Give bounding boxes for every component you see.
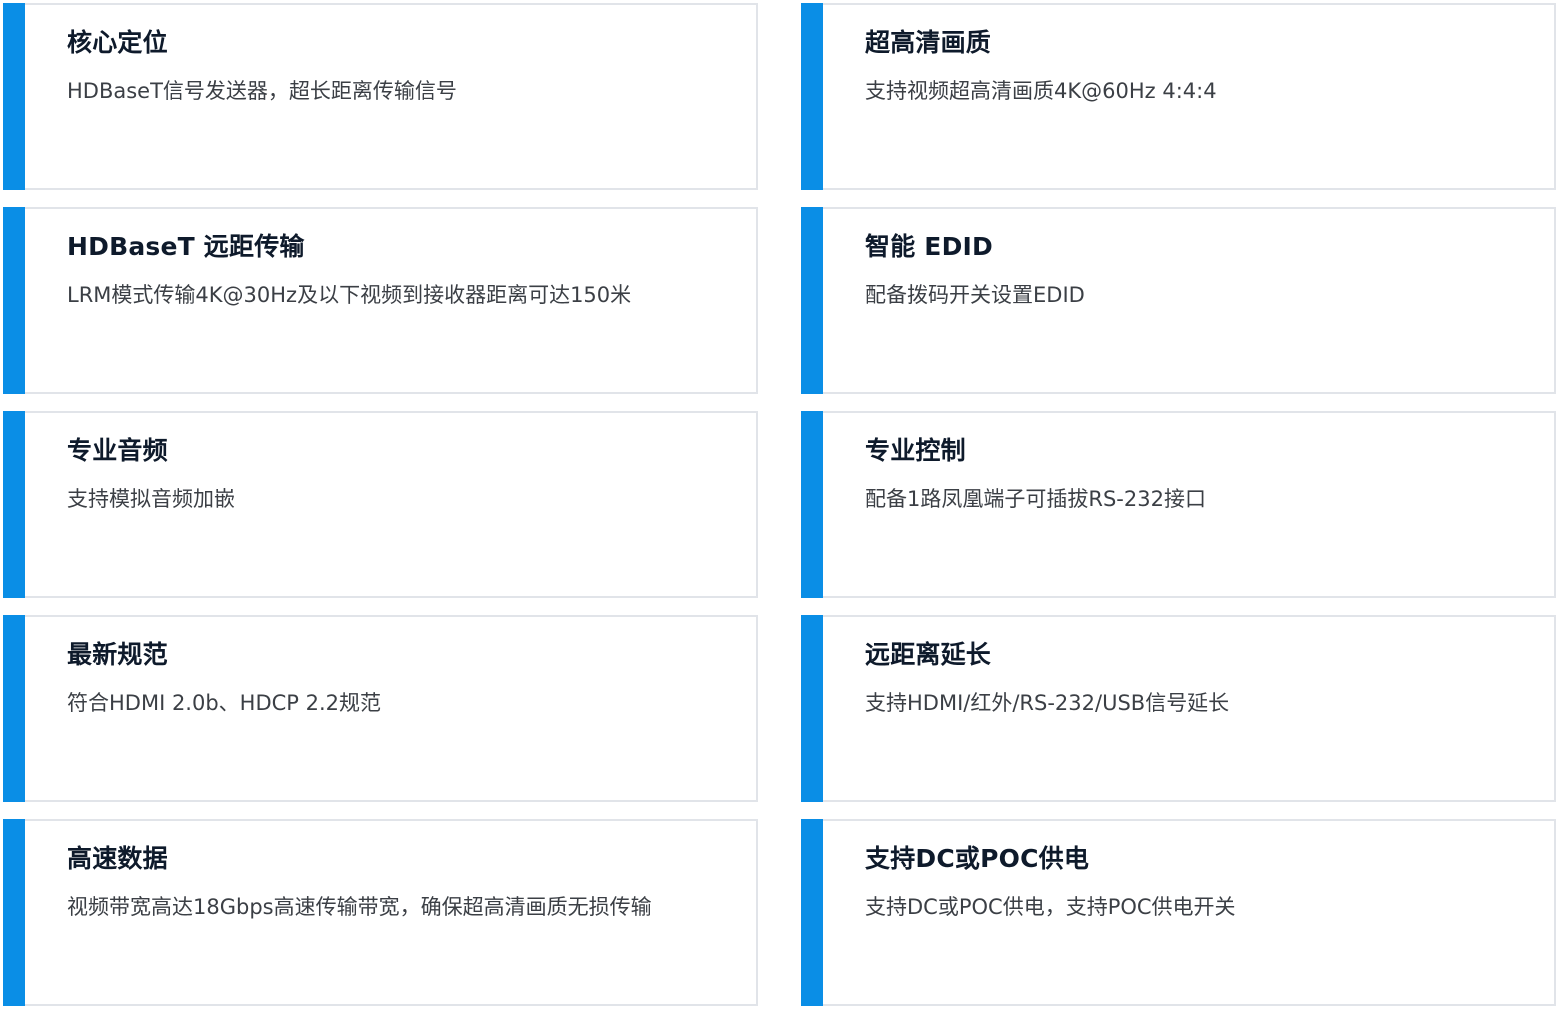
feature-title: HDBaseT 远距传输 (67, 232, 305, 261)
feature-card-latest-spec: 最新规范 符合HDMI 2.0b、HDCP 2.2规范 (3, 615, 758, 802)
feature-title: 专业控制 (865, 436, 966, 465)
card-accent-bar (801, 615, 823, 802)
feature-card-dc-poc-power: 支持DC或POC供电 支持DC或POC供电，支持POC供电开关 (801, 819, 1556, 1006)
card-accent-bar (3, 615, 25, 802)
card-accent-bar (801, 3, 823, 190)
feature-title: 智能 EDID (865, 232, 993, 261)
feature-card-ultra-hd: 超高清画质 支持视频超高清画质4K@60Hz 4:4:4 (801, 3, 1556, 190)
card-accent-bar (801, 411, 823, 598)
feature-card-pro-audio: 专业音频 支持模拟音频加嵌 (3, 411, 758, 598)
feature-title: 核心定位 (67, 28, 168, 57)
feature-title: 专业音频 (67, 436, 168, 465)
feature-description: HDBaseT信号发送器，超长距离传输信号 (67, 79, 457, 103)
feature-title: 高速数据 (67, 844, 168, 873)
card-accent-bar (3, 3, 25, 190)
feature-description: 支持DC或POC供电，支持POC供电开关 (865, 895, 1236, 919)
feature-description: 支持模拟音频加嵌 (67, 487, 235, 511)
feature-description: 支持HDMI/红外/RS-232/USB信号延长 (865, 691, 1230, 715)
feature-card-high-speed-data: 高速数据 视频带宽高达18Gbps高速传输带宽，确保超高清画质无损传输 (3, 819, 758, 1006)
card-accent-bar (3, 819, 25, 1006)
card-accent-bar (801, 207, 823, 394)
feature-card-hdbaset-long-range: HDBaseT 远距传输 LRM模式传输4K@30Hz及以下视频到接收器距离可达… (3, 207, 758, 394)
feature-title: 超高清画质 (865, 28, 992, 57)
feature-description: 配备1路凤凰端子可插拔RS-232接口 (865, 487, 1206, 511)
card-accent-bar (3, 207, 25, 394)
feature-grid: 核心定位 HDBaseT信号发送器，超长距离传输信号 超高清画质 支持视频超高清… (3, 3, 1556, 1008)
feature-description: 配备拨码开关设置EDID (865, 283, 1085, 307)
card-accent-bar (801, 819, 823, 1006)
feature-description: 支持视频超高清画质4K@60Hz 4:4:4 (865, 79, 1217, 103)
feature-description: 符合HDMI 2.0b、HDCP 2.2规范 (67, 691, 382, 715)
feature-title: 最新规范 (67, 640, 168, 669)
feature-description: 视频带宽高达18Gbps高速传输带宽，确保超高清画质无损传输 (67, 895, 652, 919)
feature-card-long-extension: 远距离延长 支持HDMI/红外/RS-232/USB信号延长 (801, 615, 1556, 802)
feature-title: 支持DC或POC供电 (865, 844, 1090, 873)
feature-description: LRM模式传输4K@30Hz及以下视频到接收器距离可达150米 (67, 283, 632, 307)
card-accent-bar (3, 411, 25, 598)
feature-card-core-positioning: 核心定位 HDBaseT信号发送器，超长距离传输信号 (3, 3, 758, 190)
feature-title: 远距离延长 (865, 640, 992, 669)
feature-card-pro-control: 专业控制 配备1路凤凰端子可插拔RS-232接口 (801, 411, 1556, 598)
feature-card-smart-edid: 智能 EDID 配备拨码开关设置EDID (801, 207, 1556, 394)
